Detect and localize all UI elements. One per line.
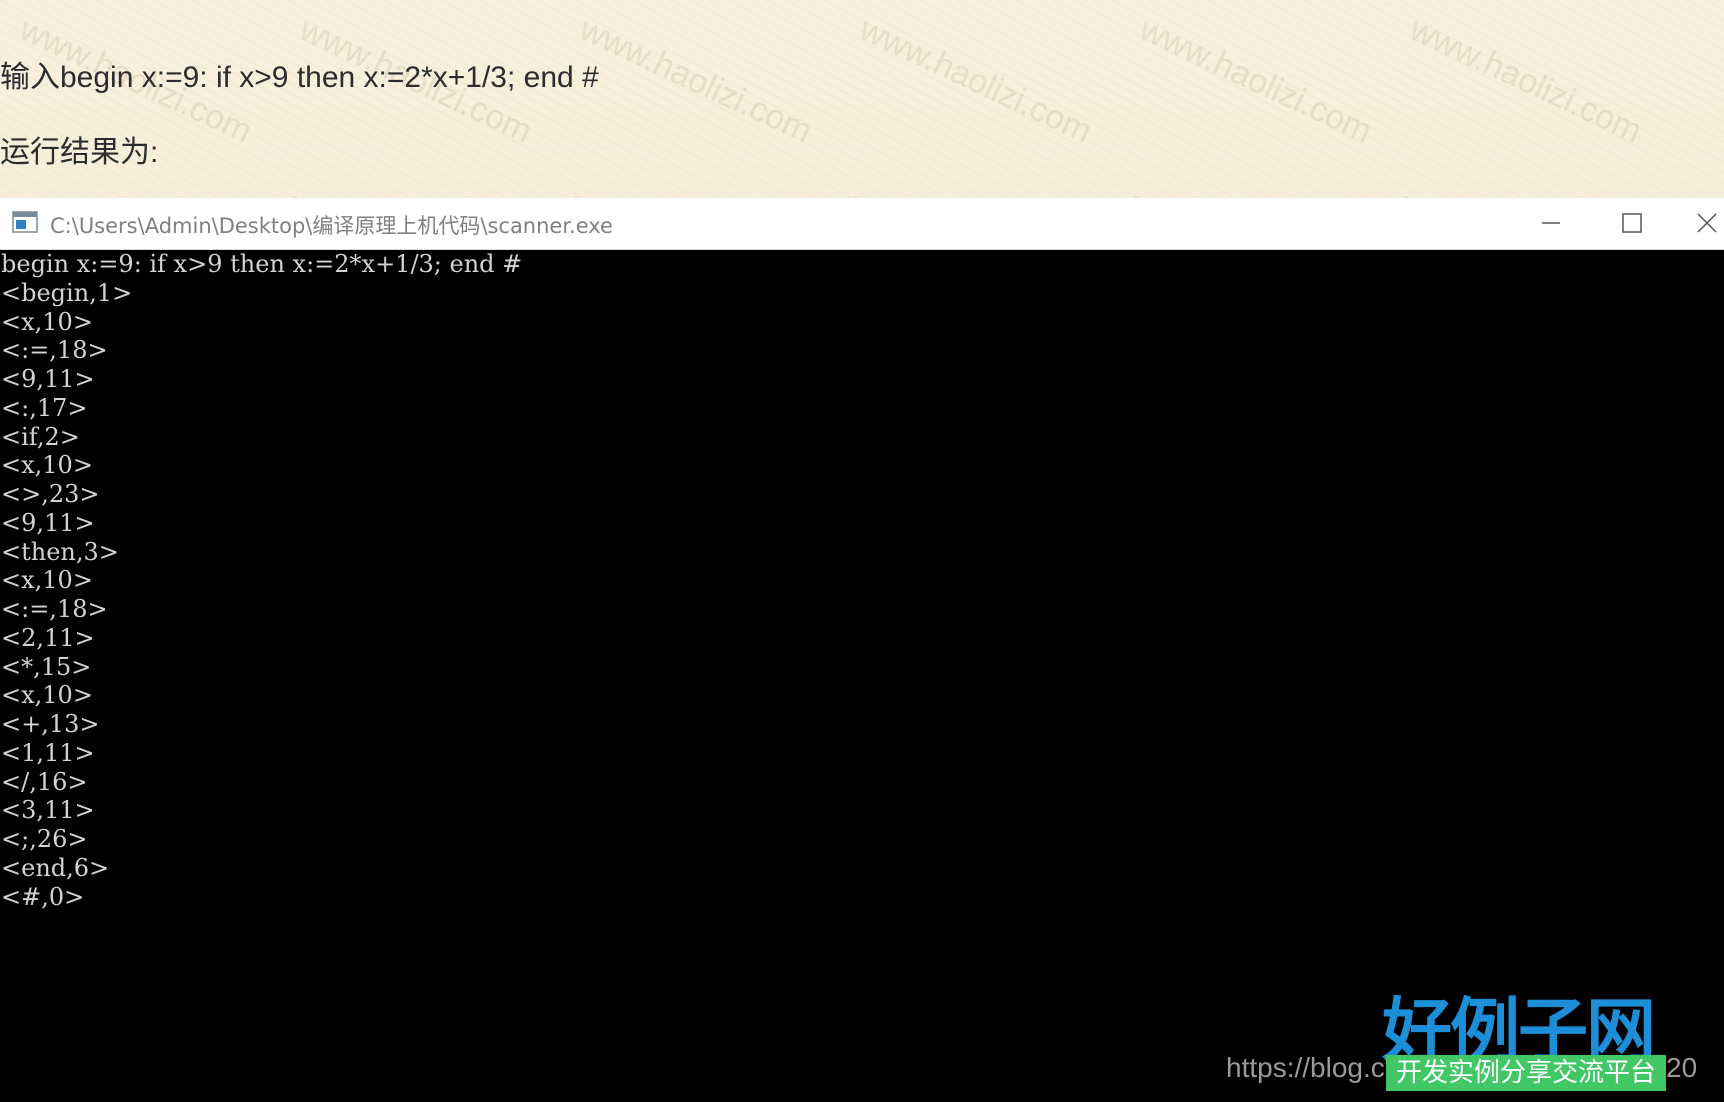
close-button[interactable] bbox=[1674, 198, 1724, 249]
minimize-icon bbox=[1542, 222, 1560, 224]
console-line: <x,10> bbox=[1, 307, 93, 336]
console-line: <begin,1> bbox=[1, 278, 133, 307]
console-line: <9,11> bbox=[1, 365, 95, 393]
console-line: </,16> bbox=[1, 767, 88, 796]
console-line: <then,3> bbox=[1, 537, 119, 566]
console-line: begin x:=9: if x>9 then x:=2*x+1/3; end … bbox=[1, 250, 523, 278]
window-title: C:\Users\Admin\Desktop\编译原理上机代码\scanner.… bbox=[50, 214, 613, 238]
console-line: <if,2> bbox=[1, 422, 80, 451]
maximize-button[interactable] bbox=[1592, 198, 1672, 249]
console-line: <:=,18> bbox=[1, 336, 108, 365]
console-line: <x,10> bbox=[1, 681, 93, 710]
console-line: <end,6> bbox=[1, 853, 110, 882]
window-titlebar[interactable]: C:\Users\Admin\Desktop\编译原理上机代码\scanner.… bbox=[0, 198, 1724, 250]
input-description: 输入begin x:=9: if x>9 then x:=2*x+1/3; en… bbox=[0, 61, 599, 94]
maximize-icon bbox=[1622, 213, 1642, 233]
console-line: <#,0> bbox=[1, 882, 85, 911]
console-app-icon bbox=[12, 211, 38, 233]
console-line: <3,11> bbox=[1, 796, 95, 825]
console-window[interactable]: C:\Users\Admin\Desktop\编译原理上机代码\scanner.… bbox=[0, 198, 1724, 1102]
console-line: <9,11> bbox=[1, 508, 95, 537]
console-line: <:=,18> bbox=[1, 595, 108, 623]
console-line: <1,11> bbox=[1, 738, 95, 767]
brand-slogan: 开发实例分享交流平台 bbox=[1386, 1055, 1666, 1091]
brand-logo: 好例子网 bbox=[1382, 975, 1672, 1072]
close-icon bbox=[1697, 213, 1717, 233]
console-line: <*,15> bbox=[1, 652, 92, 681]
console-line: <:,17> bbox=[1, 393, 88, 422]
console-line: <x,10> bbox=[1, 451, 93, 480]
blog-url-watermark: https://blog.c bbox=[1226, 1052, 1385, 1083]
console-line: <>,23> bbox=[1, 480, 100, 508]
console-line: <x,10> bbox=[1, 566, 93, 595]
console-line: <2,11> bbox=[1, 623, 95, 652]
result-label: 运行结果为: bbox=[0, 136, 159, 169]
console-line: <;,26> bbox=[1, 825, 88, 853]
minimize-button[interactable] bbox=[1510, 198, 1590, 249]
blog-url-suffix: 20 bbox=[1666, 1052, 1698, 1083]
console-line: <+,13> bbox=[1, 710, 100, 738]
